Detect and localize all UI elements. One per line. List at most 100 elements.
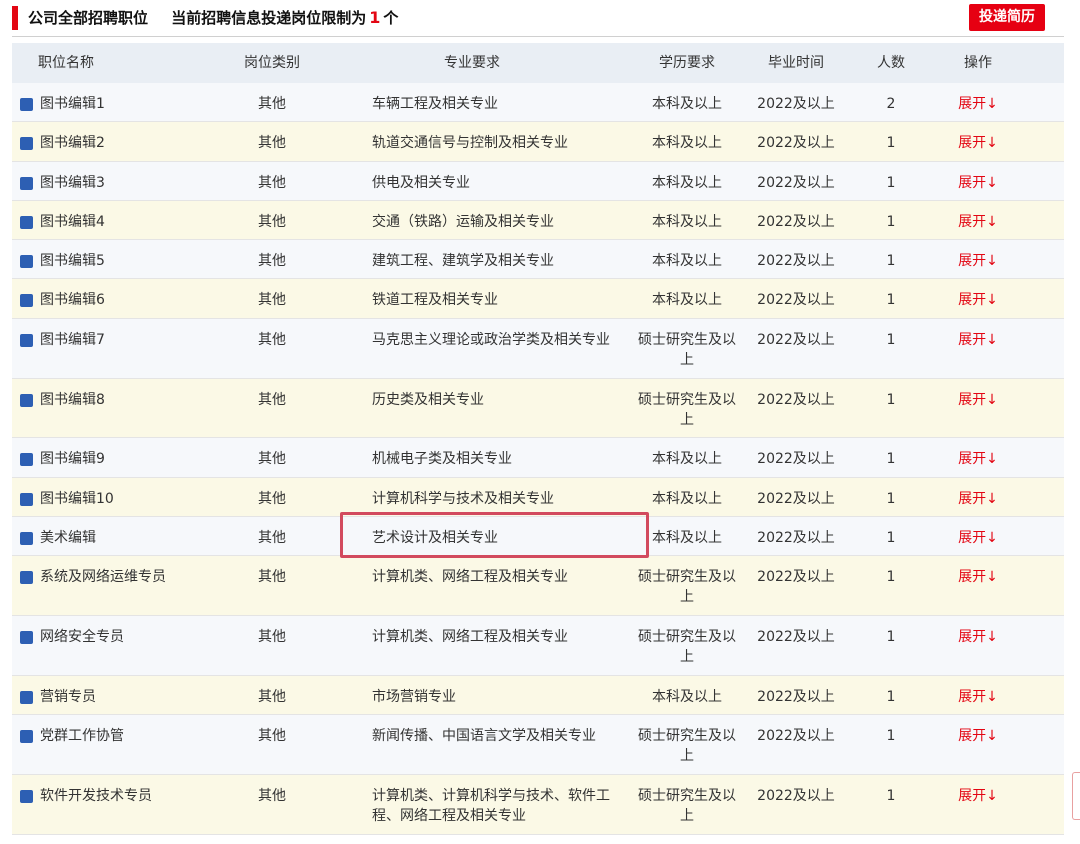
job-count: 1 <box>886 728 896 745</box>
job-name-cell: 图书编辑5 <box>12 240 232 278</box>
checkbox[interactable] <box>20 690 33 704</box>
checkbox[interactable] <box>20 215 33 229</box>
limit-notice-suffix: 个 <box>383 9 399 27</box>
checkbox[interactable] <box>20 137 33 151</box>
expand-link[interactable]: 展开↓ <box>932 775 1024 834</box>
job-graduation: 2022及以上 <box>757 253 835 270</box>
submit-resume-button[interactable]: 投递简历 <box>969 4 1045 31</box>
table-row: 营销专员 其他 市场营销专业 本科及以上 2022及以上 1 展开↓ <box>12 675 1064 716</box>
checkbox[interactable] <box>20 492 33 506</box>
job-count: 1 <box>886 391 896 408</box>
job-education: 本科及以上 <box>652 451 722 468</box>
job-type: 其他 <box>258 292 286 309</box>
job-count: 1 <box>886 331 896 348</box>
limit-notice-prefix: 当前招聘信息投递岗位限制为 <box>171 9 367 27</box>
checkbox[interactable] <box>20 631 33 645</box>
col-header-action: 操作 <box>964 55 992 71</box>
job-name-cell: 图书编辑1 <box>12 83 232 121</box>
expand-link[interactable]: 展开↓ <box>932 676 1024 714</box>
expand-label[interactable]: 展开 <box>958 292 986 308</box>
jobs-table: 职位名称 岗位类别 专业要求 学历要求 毕业时间 人数 操作 图书编辑1 其他 车辆… <box>12 43 1064 835</box>
checkbox[interactable] <box>20 789 33 803</box>
expand-link[interactable]: 展开↓ <box>932 201 1024 239</box>
checkbox[interactable] <box>20 393 33 407</box>
job-type: 其他 <box>258 331 286 348</box>
expand-link[interactable]: 展开↓ <box>932 240 1024 278</box>
job-name-cell: 图书编辑7 <box>12 319 232 378</box>
page-header: 公司全部招聘职位 当前招聘信息投递岗位限制为 1 个 投递简历 <box>0 0 1080 38</box>
job-name: 图书编辑10 <box>40 490 114 507</box>
job-name: 美术编辑 <box>40 529 96 546</box>
expand-label[interactable]: 展开 <box>958 135 986 151</box>
expand-label[interactable]: 展开 <box>958 569 986 585</box>
expand-link[interactable]: 展开↓ <box>932 616 1024 675</box>
expand-link[interactable]: 展开↓ <box>932 162 1024 200</box>
job-name: 党群工作协管 <box>40 728 124 745</box>
expand-label[interactable]: 展开 <box>958 332 986 348</box>
expand-label[interactable]: 展开 <box>958 530 986 546</box>
arrow-down-icon: ↓ <box>986 629 998 646</box>
expand-link[interactable]: 展开↓ <box>932 122 1024 160</box>
expand-label[interactable]: 展开 <box>958 451 986 467</box>
expand-label[interactable]: 展开 <box>958 96 986 112</box>
expand-label[interactable]: 展开 <box>958 214 986 230</box>
col-header-major: 专业要求 <box>444 55 500 71</box>
job-graduation: 2022及以上 <box>757 331 835 348</box>
expand-label[interactable]: 展开 <box>958 629 986 645</box>
arrow-down-icon: ↓ <box>986 135 998 152</box>
checkbox[interactable] <box>20 571 33 585</box>
checkbox[interactable] <box>20 294 33 308</box>
job-graduation: 2022及以上 <box>757 629 835 646</box>
arrow-down-icon: ↓ <box>986 253 998 270</box>
expand-label[interactable]: 展开 <box>958 491 986 507</box>
expand-label[interactable]: 展开 <box>958 788 986 804</box>
arrow-down-icon: ↓ <box>986 451 998 468</box>
checkbox[interactable] <box>20 730 33 744</box>
expand-link[interactable]: 展开↓ <box>932 517 1024 555</box>
job-education: 本科及以上 <box>652 135 722 152</box>
checkbox[interactable] <box>20 98 33 111</box>
table-row: 图书编辑1 其他 车辆工程及相关专业 本科及以上 2022及以上 2 展开↓ <box>12 83 1064 123</box>
checkbox[interactable] <box>20 255 33 269</box>
side-float-tab[interactable] <box>1072 772 1080 820</box>
expand-link[interactable]: 展开↓ <box>932 715 1024 774</box>
expand-link[interactable]: 展开↓ <box>932 556 1024 615</box>
job-type: 其他 <box>258 529 286 546</box>
checkbox[interactable] <box>20 176 33 190</box>
job-graduation: 2022及以上 <box>757 292 835 309</box>
arrow-down-icon: ↓ <box>986 213 998 230</box>
limit-count: 1 <box>369 8 381 27</box>
table-row: 图书编辑5 其他 建筑工程、建筑学及相关专业 本科及以上 2022及以上 1 展开↓ <box>12 240 1064 280</box>
expand-label[interactable]: 展开 <box>958 689 986 705</box>
expand-link[interactable]: 展开↓ <box>932 83 1024 121</box>
job-major: 机械电子类及相关专业 <box>372 451 512 468</box>
page-title-text: 公司全部招聘职位 <box>28 9 149 27</box>
job-name: 图书编辑7 <box>40 331 105 348</box>
expand-label[interactable]: 展开 <box>958 728 986 744</box>
arrow-down-icon: ↓ <box>986 529 998 546</box>
job-count: 1 <box>886 629 896 646</box>
table-row: 图书编辑3 其他 供电及相关专业 本科及以上 2022及以上 1 展开↓ <box>12 161 1064 201</box>
expand-link[interactable]: 展开↓ <box>932 319 1024 378</box>
expand-link[interactable]: 展开↓ <box>932 279 1024 317</box>
expand-label[interactable]: 展开 <box>958 175 986 191</box>
checkbox[interactable] <box>20 333 33 347</box>
expand-label[interactable]: 展开 <box>958 392 986 408</box>
job-graduation: 2022及以上 <box>757 96 835 112</box>
job-name: 图书编辑3 <box>40 174 105 191</box>
expand-link[interactable]: 展开↓ <box>932 478 1024 516</box>
expand-link[interactable]: 展开↓ <box>932 438 1024 476</box>
checkbox[interactable] <box>20 453 33 467</box>
job-count: 1 <box>886 135 896 152</box>
job-name: 图书编辑9 <box>40 451 105 468</box>
expand-link[interactable]: 展开↓ <box>932 379 1024 438</box>
job-type: 其他 <box>258 451 286 468</box>
job-name: 图书编辑5 <box>40 253 105 270</box>
job-name-cell: 系统及网络运维专员 <box>12 556 232 615</box>
expand-label[interactable]: 展开 <box>958 253 986 269</box>
job-name: 图书编辑6 <box>40 292 105 309</box>
checkbox[interactable] <box>20 531 33 545</box>
limit-notice: 当前招聘信息投递岗位限制为 1 个 <box>171 8 399 27</box>
job-type: 其他 <box>258 96 286 112</box>
job-name-cell: 图书编辑9 <box>12 438 232 476</box>
